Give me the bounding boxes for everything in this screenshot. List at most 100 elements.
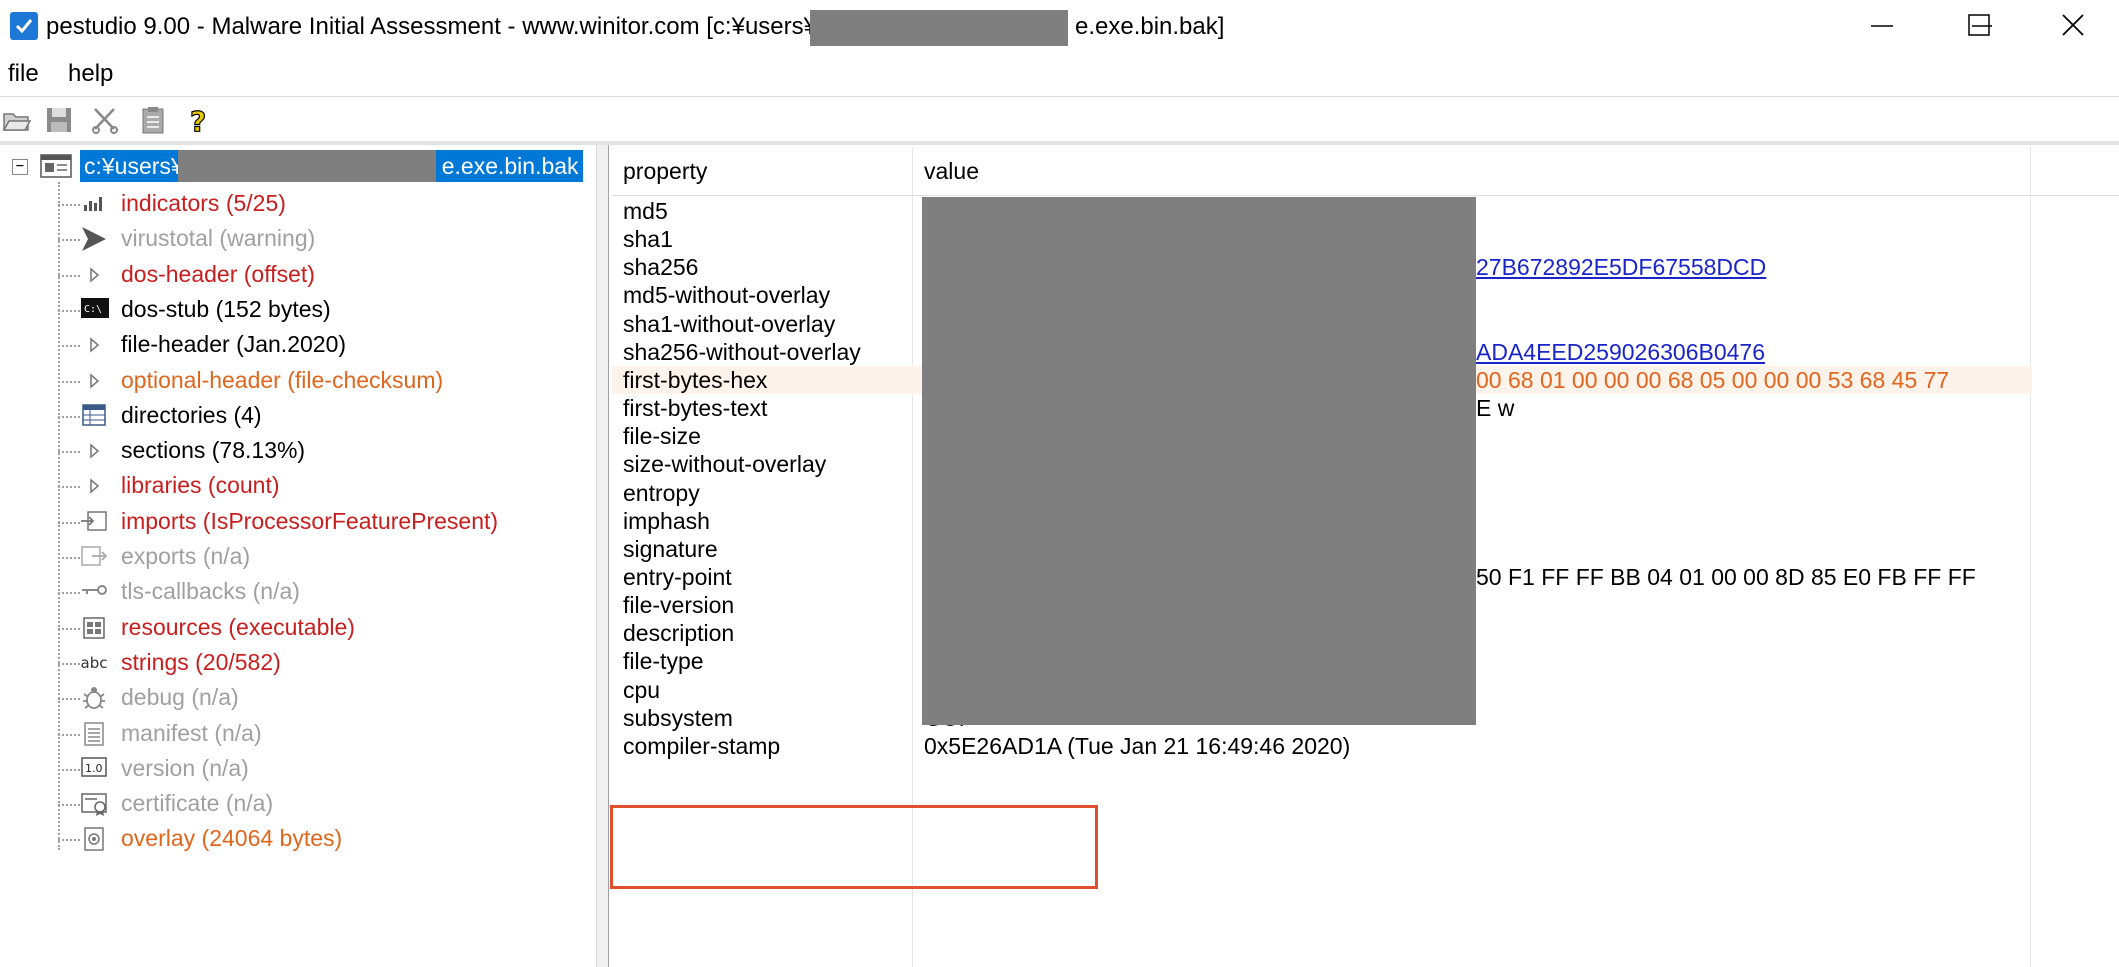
bug-icon [80,685,108,711]
chart-bars-icon [80,191,108,217]
property-cell: sha256-without-overlay [623,338,861,365]
tree-item[interactable]: virustotal (warning) [58,222,588,256]
menu-file[interactable]: file [8,60,39,88]
tree-item-label: virustotal (warning) [121,225,316,252]
pestudio-app-icon [10,12,38,40]
property-cell: compiler-stamp [623,732,781,759]
tree-item[interactable]: file-header (Jan.2020) [58,328,588,362]
tree-item[interactable]: resources (executable) [58,611,588,645]
clipboard-button[interactable] [138,105,168,135]
table-header [612,147,2119,196]
menu-bar: file help [0,58,2119,94]
cut-button[interactable] [90,105,120,135]
tree-connector [58,521,80,524]
property-cell: entry-point [623,563,732,590]
tree-item-label: overlay (24064 bytes) [121,825,343,852]
tree-item[interactable]: certificate (n/a) [58,787,588,821]
table-row[interactable]: compiler-stamp 0x5E26AD1A (Tue Jan 21 16:… [612,732,2032,760]
highlight-box [610,805,1098,889]
tree-connector [58,698,80,701]
window-title-suffix: e.exe.bin.bak] [1074,13,1225,40]
tree-item-label: version (n/a) [121,754,249,781]
value-cell: 0x5E26AD1A (Tue Jan 21 16:49:46 2020) [924,732,1351,759]
property-cell: file-size [623,423,701,450]
tree-item[interactable]: tls-callbacks (n/a) [58,575,588,609]
save-icon [47,108,71,132]
tree-item[interactable]: debug (n/a) [58,681,588,715]
svg-text:1.0: 1.0 [85,762,103,775]
resources-icon [80,615,108,641]
tree-item[interactable]: overlay (24064 bytes) [58,822,588,856]
tree-item[interactable]: exports (n/a) [58,540,588,574]
tree-item-label: file-header (Jan.2020) [121,331,347,358]
column-header-property[interactable]: property [623,148,707,194]
property-cell: first-bytes-text [623,395,768,422]
tree-connector [58,627,80,630]
property-cell: signature [623,535,718,562]
tree-item-label: certificate (n/a) [121,790,274,817]
property-cell: size-without-overlay [623,451,827,478]
tree-connector [58,557,80,559]
tree-item[interactable]: 1.0 version (n/a) [58,752,588,786]
tree-connector [58,204,80,206]
import-icon [80,509,108,535]
tree-item[interactable]: manifest (n/a) [58,717,588,751]
value-cell: 50 F1 FF FF BB 04 01 00 00 8D 85 E0 FB F… [1476,563,1976,590]
triangle-expander-icon[interactable] [80,368,108,394]
tree-item-label: imports (IsProcessorFeaturePresent) [121,507,499,534]
open-folder-icon [2,113,32,131]
property-cell: description [623,620,735,647]
open-button[interactable] [2,105,32,135]
property-cell: file-version [623,592,735,619]
tree-root-suffix: e.exe.bin.bak [441,153,579,179]
collapse-expander[interactable]: − [12,159,28,175]
tree-item[interactable]: optional-header (file-checksum) [58,364,588,398]
tree-connector [58,380,80,383]
tree-connector [58,733,80,736]
tree-item[interactable]: directories (4) [58,399,588,433]
tree-item[interactable]: indicators (5/25) [58,187,588,221]
tree-item-label: optional-header (file-checksum) [121,366,444,393]
tree-item-label: libraries (count) [121,472,280,499]
property-cell: subsystem [623,704,733,731]
tree-connector [58,804,80,807]
tree-root-prefix: c:¥users¥ [84,153,184,179]
tree-connector [58,239,80,242]
tree-connector [58,415,80,418]
property-cell: sha1 [623,226,673,253]
tree-item[interactable]: dos-header (offset) [58,258,588,292]
virustotal-icon [80,226,108,252]
tree-item[interactable]: abc strings (20/582) [58,646,588,680]
property-cell: cpu [623,676,661,703]
overlay-icon [80,826,108,852]
grid-icon [80,403,108,429]
tree-item-label: directories (4) [121,401,262,428]
tree-item[interactable]: imports (IsProcessorFeaturePresent) [58,505,588,539]
triangle-expander-icon[interactable] [80,473,108,499]
tree-connector [58,486,80,489]
tree-item-label: dos-header (offset) [121,260,315,287]
svg-text:?: ? [190,105,206,135]
property-cell: first-bytes-hex [623,366,768,393]
tree-item[interactable]: libraries (count) [58,469,588,503]
redaction-box [810,10,1068,46]
tree-item[interactable]: sections (78.13%) [58,434,588,468]
triangle-expander-icon[interactable] [80,332,108,358]
triangle-expander-icon[interactable] [80,262,108,288]
value-cell[interactable]: ADA4EED259026306B0476 [1476,339,1765,366]
menu-help[interactable]: help [68,60,113,88]
triangle-expander-icon[interactable] [80,438,108,464]
save-button[interactable] [44,105,74,135]
cut-icon [92,108,118,134]
manifest-icon [80,721,108,747]
value-cell[interactable]: 27B672892E5DF67558DCD [1476,254,1766,281]
tree-item[interactable]: C:\ dos-stub (152 bytes) [58,293,588,327]
value-cell: E w [1476,395,1515,422]
help-button[interactable]: ? [184,104,214,138]
tree-connector [58,768,80,771]
tree-connector [58,274,80,277]
property-cell: sha256 [623,254,699,281]
column-header-value[interactable]: value [924,148,979,194]
tree-connector [58,662,80,665]
property-cell: imphash [623,507,710,534]
